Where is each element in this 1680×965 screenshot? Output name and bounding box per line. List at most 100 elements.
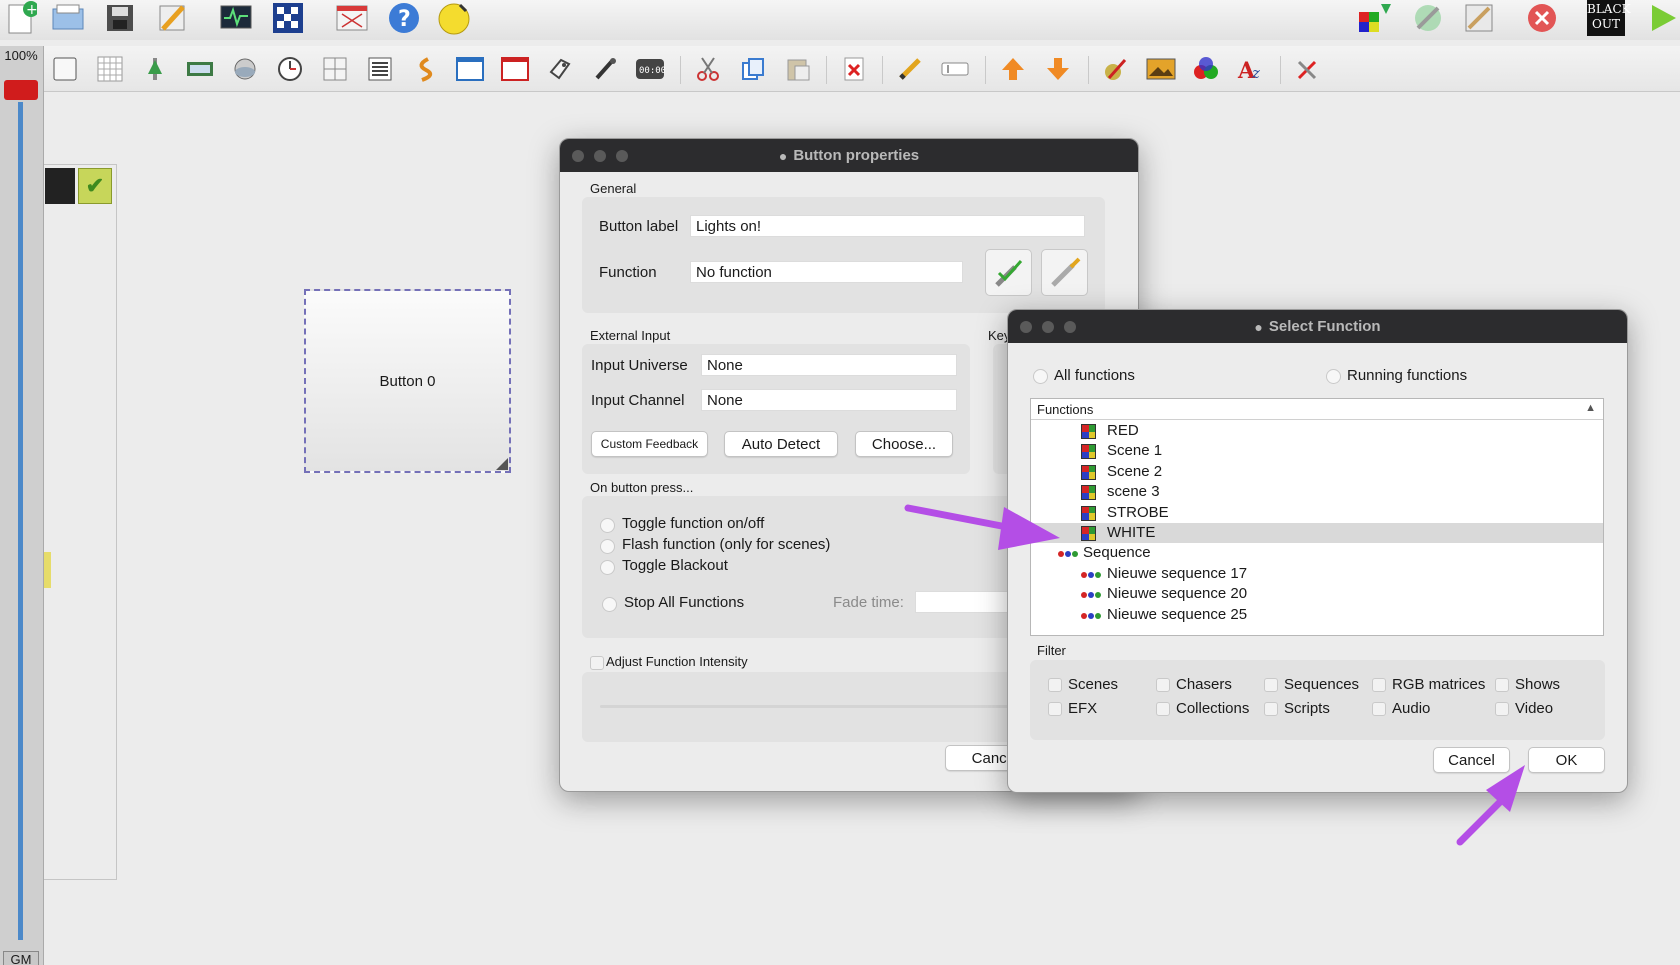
add-speed-dial-icon[interactable] bbox=[275, 54, 305, 84]
filter-scenes-checkbox[interactable] bbox=[1048, 678, 1062, 692]
copy-icon[interactable] bbox=[738, 54, 768, 84]
function-tree-item[interactable]: Nieuwe sequence 25 bbox=[1031, 605, 1603, 625]
background-image-icon[interactable] bbox=[1146, 54, 1176, 84]
vc-black-widget[interactable] bbox=[45, 168, 75, 204]
attach-function-icon[interactable] bbox=[985, 249, 1032, 296]
function-tree-item[interactable]: Scene 2 bbox=[1031, 462, 1603, 482]
add-solo-frame-icon[interactable] bbox=[500, 54, 530, 84]
flash-function-radio[interactable] bbox=[600, 539, 615, 554]
rename-icon[interactable] bbox=[940, 54, 970, 84]
live-edit-icon[interactable] bbox=[1410, 0, 1446, 36]
add-knob-icon[interactable] bbox=[230, 54, 260, 84]
design-mode-icon[interactable] bbox=[154, 0, 190, 36]
grand-master-knob[interactable] bbox=[4, 80, 38, 100]
window-controls bbox=[572, 150, 628, 162]
settings-tools-icon[interactable] bbox=[1293, 54, 1323, 84]
function-tree-item[interactable]: WHITE bbox=[1031, 523, 1603, 543]
zoom-window-button[interactable] bbox=[616, 150, 628, 162]
button-label-input[interactable]: Lights on! bbox=[690, 215, 1085, 237]
add-label-icon[interactable] bbox=[545, 54, 575, 84]
zoom-window-button[interactable] bbox=[1064, 321, 1076, 333]
running-functions-radio[interactable] bbox=[1326, 369, 1341, 384]
help-icon[interactable]: ? bbox=[386, 0, 422, 36]
operate-mode-icon[interactable] bbox=[1645, 0, 1680, 36]
paste-icon[interactable] bbox=[783, 54, 813, 84]
about-icon[interactable] bbox=[436, 0, 472, 36]
toggle-function-label: Toggle function on/off bbox=[622, 515, 765, 532]
adjust-intensity-checkbox[interactable] bbox=[590, 656, 604, 670]
select-function-ok-button[interactable]: OK bbox=[1528, 747, 1605, 773]
delete-icon[interactable] bbox=[839, 54, 869, 84]
stop-all-icon[interactable] bbox=[1524, 0, 1560, 36]
scene-icon bbox=[1081, 444, 1096, 460]
blackout-button[interactable]: BLACK OUT bbox=[1587, 0, 1631, 36]
filter-efx-checkbox[interactable] bbox=[1048, 702, 1062, 716]
close-window-button[interactable] bbox=[572, 150, 584, 162]
toggle-blackout-radio[interactable] bbox=[600, 560, 615, 575]
fixture-colors-icon[interactable] bbox=[1357, 0, 1393, 36]
custom-feedback-button[interactable]: Custom Feedback bbox=[591, 431, 708, 457]
all-functions-radio[interactable] bbox=[1033, 369, 1048, 384]
monitor-icon[interactable] bbox=[218, 0, 254, 36]
scene-icon bbox=[1081, 464, 1096, 480]
add-cue-list-icon[interactable] bbox=[365, 54, 395, 84]
add-audio-triggers-icon[interactable] bbox=[410, 54, 440, 84]
functions-tree[interactable]: Functions ▲ RED Scene 1 Scene 2 scene 3 STRO… bbox=[1030, 398, 1604, 636]
function-tree-item[interactable]: Scene 1 bbox=[1031, 441, 1603, 461]
window-controls bbox=[1020, 321, 1076, 333]
vc-button-0[interactable]: Button 0 bbox=[304, 289, 511, 473]
add-slider-matrix-icon[interactable] bbox=[185, 54, 215, 84]
new-workspace-icon[interactable]: + bbox=[4, 0, 40, 36]
check-icon[interactable]: ✔ bbox=[78, 168, 112, 204]
filter-shows-checkbox[interactable] bbox=[1495, 678, 1509, 692]
open-workspace-icon[interactable] bbox=[50, 0, 86, 36]
functions-tree-header[interactable]: Functions ▲ bbox=[1031, 399, 1603, 420]
function-tree-item[interactable]: Sequence bbox=[1031, 543, 1603, 563]
dmx-output-icon[interactable] bbox=[270, 0, 306, 36]
foreground-color-icon[interactable] bbox=[1101, 54, 1131, 84]
add-clock-icon[interactable]: 00:00 bbox=[635, 54, 665, 84]
filter-sequences-checkbox[interactable] bbox=[1264, 678, 1278, 692]
vc-yellow-widget[interactable] bbox=[44, 552, 51, 588]
minimize-window-button[interactable] bbox=[594, 150, 606, 162]
choose-input-button[interactable]: Choose... bbox=[855, 431, 953, 457]
add-audio-icon[interactable] bbox=[590, 54, 620, 84]
edit-properties-icon[interactable] bbox=[895, 54, 925, 84]
minimize-window-button[interactable] bbox=[1042, 321, 1054, 333]
raise-icon[interactable] bbox=[998, 54, 1028, 84]
save-workspace-icon[interactable] bbox=[102, 0, 138, 36]
filter-collections-label: Collections bbox=[1176, 700, 1250, 717]
stop-all-radio[interactable] bbox=[602, 597, 617, 612]
function-tree-item[interactable]: Nieuwe sequence 17 bbox=[1031, 564, 1603, 584]
resize-grip-icon[interactable] bbox=[496, 458, 508, 470]
close-window-button[interactable] bbox=[1020, 321, 1032, 333]
add-frame-icon[interactable] bbox=[455, 54, 485, 84]
fullscreen-icon[interactable] bbox=[334, 0, 370, 36]
sort-ascending-icon[interactable]: ▲ bbox=[1585, 402, 1596, 414]
function-tree-item[interactable]: STROBE bbox=[1031, 503, 1603, 523]
add-slider-icon[interactable] bbox=[140, 54, 170, 84]
vc-frame[interactable] bbox=[44, 164, 117, 880]
toolbar-separator bbox=[985, 56, 986, 84]
font-icon[interactable]: Az bbox=[1236, 54, 1266, 84]
filter-audio-checkbox[interactable] bbox=[1372, 702, 1386, 716]
filter-video-checkbox[interactable] bbox=[1495, 702, 1509, 716]
add-button-icon[interactable] bbox=[50, 54, 80, 84]
detach-function-icon[interactable] bbox=[1041, 249, 1088, 296]
filter-rgb-matrices-checkbox[interactable] bbox=[1372, 678, 1386, 692]
colors-icon[interactable] bbox=[1191, 54, 1221, 84]
auto-detect-button[interactable]: Auto Detect bbox=[724, 431, 838, 457]
filter-collections-checkbox[interactable] bbox=[1156, 702, 1170, 716]
add-xy-pad-icon[interactable] bbox=[320, 54, 350, 84]
lower-icon[interactable] bbox=[1043, 54, 1073, 84]
filter-chasers-checkbox[interactable] bbox=[1156, 678, 1170, 692]
grand-master-slider[interactable] bbox=[18, 102, 23, 940]
function-tree-item[interactable]: scene 3 bbox=[1031, 482, 1603, 502]
cut-icon[interactable] bbox=[693, 54, 723, 84]
function-tree-item[interactable]: Nieuwe sequence 20 bbox=[1031, 584, 1603, 604]
toggle-function-radio[interactable] bbox=[600, 518, 615, 533]
add-button-matrix-icon[interactable] bbox=[95, 54, 125, 84]
filter-scripts-checkbox[interactable] bbox=[1264, 702, 1278, 716]
function-tree-item[interactable]: RED bbox=[1031, 421, 1603, 441]
edit-mode-icon[interactable] bbox=[1461, 0, 1497, 36]
